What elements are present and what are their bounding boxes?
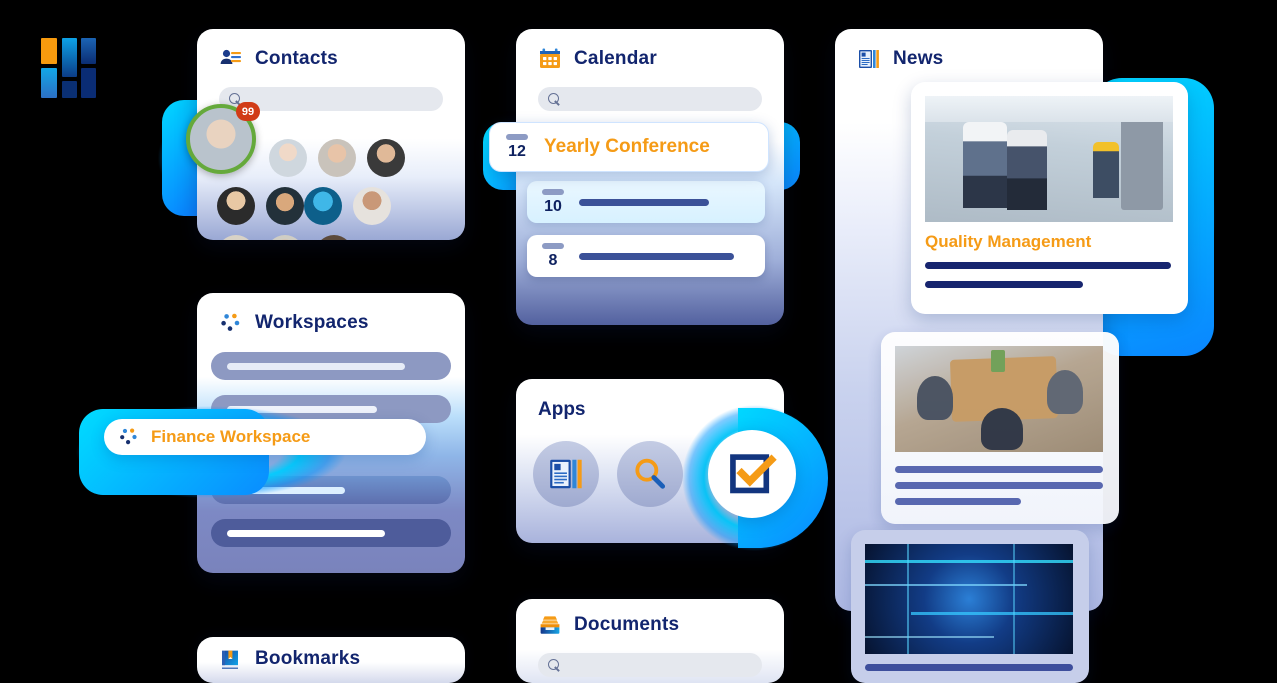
news-text-placeholder <box>895 466 1103 473</box>
app-tile-news[interactable] <box>533 441 599 507</box>
calendar-event-date: 10 <box>527 188 579 216</box>
workspaces-row[interactable] <box>211 352 451 380</box>
documents-header: Documents <box>516 599 784 647</box>
bookmarks-title: Bookmarks <box>255 648 361 669</box>
news-article-image <box>925 96 1173 222</box>
news-article-headline: Quality Management <box>925 232 1092 251</box>
bookmarks-header: Bookmarks <box>197 637 465 681</box>
app-tile-tasks[interactable] <box>708 430 796 518</box>
bookmarks-icon <box>222 650 238 669</box>
avatar[interactable] <box>304 187 342 225</box>
avatar[interactable] <box>266 187 304 225</box>
documents-tray-icon <box>540 616 560 634</box>
news-article-card[interactable]: Quality Management <box>911 82 1188 314</box>
news-title: News <box>893 48 944 69</box>
bookmarks-card: Bookmarks <box>197 637 465 683</box>
news-icon <box>859 50 879 68</box>
calendar-header: Calendar <box>516 29 784 81</box>
contacts-unread-badge: 99 <box>236 102 260 121</box>
checkbox-checked-icon <box>730 454 777 494</box>
contacts-title: Contacts <box>255 48 338 69</box>
news-text-placeholder <box>895 498 1021 505</box>
calendar-event-date: 8 <box>527 242 579 270</box>
contacts-icon <box>220 49 241 64</box>
documents-title: Documents <box>574 614 680 635</box>
news-icon <box>550 459 582 489</box>
avatar[interactable] <box>269 139 307 177</box>
news-text-placeholder <box>865 664 1073 671</box>
news-article-image <box>895 346 1103 452</box>
calendar-event-placeholder <box>579 198 709 206</box>
avatar[interactable] <box>266 235 304 240</box>
workspaces-highlighted-row[interactable]: Finance Workspace <box>104 419 426 455</box>
calendar-month-bar <box>542 188 564 195</box>
avatar[interactable] <box>217 235 255 240</box>
calendar-event-placeholder <box>579 252 734 260</box>
avatar[interactable] <box>353 187 391 225</box>
calendar-day-number: 10 <box>544 197 562 215</box>
avatar[interactable] <box>217 187 255 225</box>
calendar-title: Calendar <box>574 48 657 69</box>
avatar[interactable] <box>315 235 353 240</box>
news-text-placeholder <box>925 281 1083 288</box>
calendar-icon <box>540 48 560 68</box>
calendar-card: Calendar 10 8 <box>516 29 784 325</box>
news-article-image <box>865 544 1073 654</box>
documents-search-input[interactable] <box>538 653 762 677</box>
workspaces-icon <box>221 313 240 331</box>
search-icon <box>635 458 666 489</box>
search-icon <box>548 92 561 106</box>
calendar-month-bar <box>542 242 564 249</box>
news-text-placeholder <box>895 482 1103 489</box>
workspaces-row-placeholder <box>227 362 405 370</box>
news-article-card[interactable] <box>851 530 1089 683</box>
news-header: News <box>835 29 1103 81</box>
calendar-month-bar <box>506 133 528 140</box>
app-logo <box>41 38 97 98</box>
workspaces-row[interactable] <box>211 519 451 547</box>
workspaces-row-label: Finance Workspace <box>151 427 311 446</box>
calendar-day-number: 12 <box>508 142 526 160</box>
news-article-card[interactable] <box>881 332 1119 524</box>
documents-card: Documents <box>516 599 784 683</box>
workspaces-header: Workspaces <box>197 293 465 345</box>
calendar-day-number: 8 <box>548 251 558 269</box>
news-text-placeholder <box>925 262 1171 269</box>
calendar-highlighted-event[interactable]: 12 Yearly Conference <box>489 122 769 172</box>
calendar-event-row[interactable]: 8 <box>527 235 765 277</box>
app-tile-search[interactable] <box>617 441 683 507</box>
apps-title: Apps <box>538 399 586 420</box>
screenshot-root: Contacts 99 Calendar 10 8 12 Yearly Conf… <box>0 0 1277 683</box>
workspaces-icon <box>120 428 137 445</box>
calendar-event-row[interactable]: 10 <box>527 181 765 223</box>
calendar-event-date: 12 <box>490 133 544 161</box>
contacts-header: Contacts <box>197 29 465 81</box>
workspaces-title: Workspaces <box>255 312 369 333</box>
calendar-event-title: Yearly Conference <box>544 136 710 157</box>
search-icon <box>548 658 561 672</box>
workspaces-row-placeholder <box>227 529 385 537</box>
avatar[interactable] <box>367 139 405 177</box>
calendar-search-input[interactable] <box>538 87 762 111</box>
avatar[interactable] <box>318 139 356 177</box>
